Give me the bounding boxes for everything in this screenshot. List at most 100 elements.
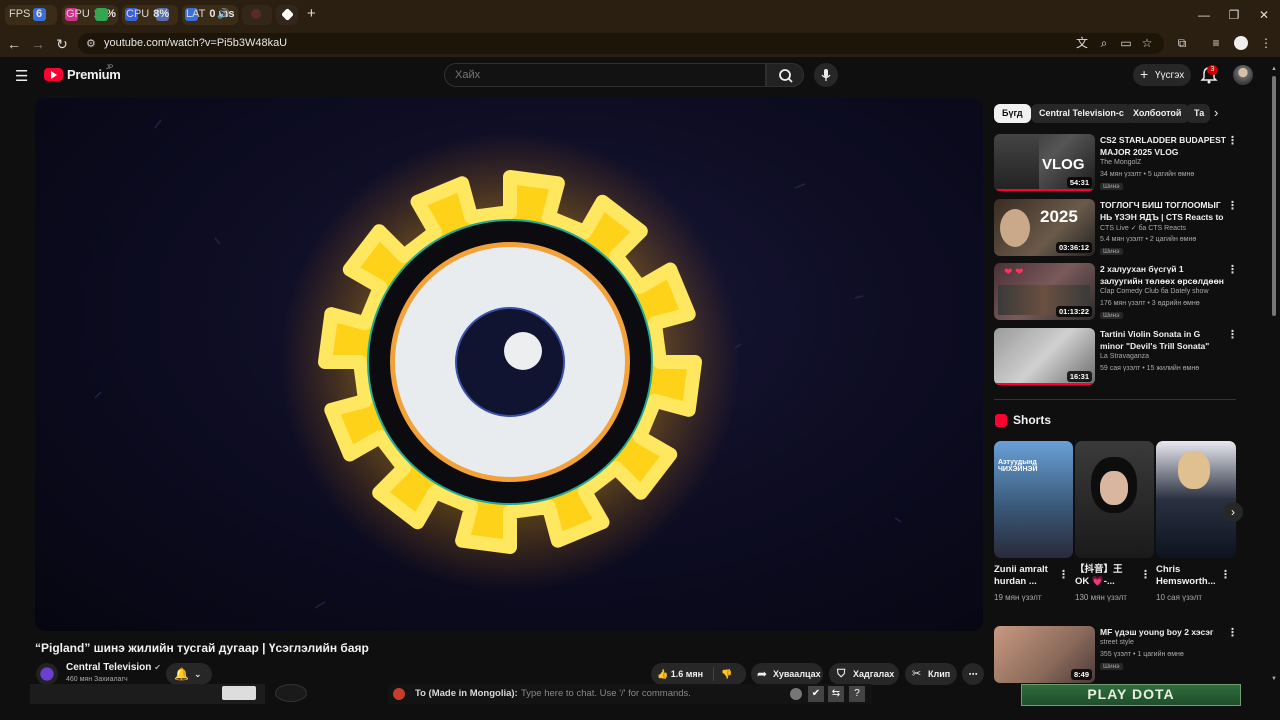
recommendation-title[interactable]: ТОГЛОГЧ БИШ ТОГЛООМЫГ НЬ ҮЗЭН ЯДЪ | CTS …	[1100, 199, 1226, 223]
voice-search-button[interactable]	[814, 63, 838, 87]
more-options-icon[interactable]: ⋮	[1220, 568, 1231, 581]
reload-icon[interactable]: ↻	[52, 34, 72, 54]
extensions-icon[interactable]: ⧉	[1174, 35, 1190, 51]
more-options-icon[interactable]: ⋮	[1227, 134, 1238, 147]
restore-icon[interactable]: ❐	[1219, 6, 1249, 24]
new-badge: Шинэ	[1100, 663, 1123, 670]
chat-input[interactable]: Type here to chat. Use '/' for commands.	[521, 688, 781, 699]
video-thumbnail[interactable]: VLOG 54:31	[994, 134, 1095, 191]
more-dots-icon: ⋯	[968, 669, 978, 679]
short-thumbnail[interactable]: Азтуудынд ЧИХЭЙНЭЙ	[994, 441, 1073, 558]
save-button[interactable]: ⛉ Хадгалах	[829, 663, 899, 685]
minimize-icon[interactable]: —	[1189, 6, 1219, 24]
translate-icon[interactable]: 文	[1074, 35, 1090, 51]
video-player[interactable]	[35, 98, 983, 631]
video-thumbnail[interactable]: ❤ ❤ 01:13:22	[994, 263, 1095, 320]
help-icon[interactable]: ?	[849, 686, 865, 702]
chip-from-channel[interactable]: Central Television-с	[1031, 104, 1132, 123]
channel-name-text[interactable]: Central Television	[66, 662, 151, 673]
menu-icon[interactable]: ⋮	[1258, 35, 1274, 51]
translate-chat-icon[interactable]: ⇆	[828, 686, 844, 702]
recommendation-channel[interactable]: street style	[1100, 639, 1134, 646]
recommendation-meta: 34 мян үзэлт • 5 цагийн өмнө	[1100, 171, 1195, 178]
create-button[interactable]: + Үүсгэх	[1133, 64, 1191, 86]
chips-next-chevron-icon[interactable]: ›	[1214, 105, 1218, 120]
dislike-button[interactable]: 👎	[721, 663, 732, 685]
channel-name[interactable]: Central Television ✔	[66, 662, 161, 673]
chip-for-you[interactable]: Та	[1186, 104, 1210, 123]
scroll-up-icon[interactable]: ▲	[1271, 66, 1277, 72]
recommendation-title[interactable]: MF үдэш young boy 2 хэсэг	[1100, 626, 1226, 638]
recommendation-channel[interactable]: La Stravaganza	[1100, 353, 1149, 360]
duration-badge: 54:31	[1066, 177, 1092, 188]
shorts-next-icon[interactable]: ›	[1223, 502, 1243, 522]
close-icon[interactable]: ✕	[1249, 6, 1279, 24]
clip-button[interactable]: ✂ Клип	[905, 663, 957, 685]
cast-icon[interactable]: ▭	[1118, 35, 1134, 51]
more-options-icon[interactable]: ⋮	[1140, 568, 1151, 581]
recommendation-item[interactable]: 8:49 MF үдэш young boy 2 хэсэг street st…	[994, 626, 1240, 684]
recommendation-item[interactable]: VLOG 54:31 CS2 STARLADDER BUDAPEST MAJOR…	[994, 134, 1240, 192]
browser-address-bar: ← → ↻ ⚙ youtube.com/watch?v=Pi5b3W48kaU …	[0, 30, 1280, 57]
short-views: 19 мян үзэлт	[994, 593, 1042, 602]
speaker-icon[interactable]: 🔊	[217, 8, 230, 21]
page-scrollbar[interactable]: ▲ ▼	[1271, 66, 1277, 686]
profile-icon[interactable]	[1234, 36, 1248, 50]
bookmark-star-icon[interactable]: ☆	[1139, 35, 1155, 51]
short-title[interactable]: 【抖音】王 OK 💗-...	[1075, 564, 1135, 588]
short-title[interactable]: Chris Hemsworth...	[1156, 564, 1216, 588]
share-label: Хуваалцах	[773, 669, 821, 679]
recommendation-item[interactable]: ❤ ❤ 01:13:22 2 халуухан бүсгүй 1 залууги…	[994, 263, 1240, 321]
chip-related[interactable]: Холбоотой	[1125, 104, 1190, 123]
video-thumbnail[interactable]: 16:31	[994, 328, 1095, 385]
chat-channel-icon	[393, 688, 405, 700]
cpu-label: CPU	[126, 8, 150, 20]
play-dota-banner[interactable]: PLAY DOTA	[1021, 684, 1241, 706]
url-text[interactable]: youtube.com/watch?v=Pi5b3W48kaU	[104, 37, 287, 49]
forward-icon[interactable]: →	[28, 34, 48, 54]
hamburger-menu-icon[interactable]: ☰	[15, 67, 28, 85]
short-thumbnail[interactable]	[1156, 441, 1236, 558]
duration-badge: 8:49	[1070, 669, 1092, 680]
recommendation-title[interactable]: Tartini Violin Sonata in G minor "Devil'…	[1100, 328, 1226, 352]
channel-avatar[interactable]	[36, 663, 58, 685]
like-button[interactable]: 👍 1.6 мян	[657, 663, 703, 685]
video-thumbnail[interactable]: 8:49	[994, 626, 1095, 683]
scrollbar-thumb[interactable]	[1272, 76, 1276, 316]
recommendation-title[interactable]: 2 халуухан бүсгүй 1 залуугийн төлөөх өрс…	[1100, 263, 1226, 287]
recommendation-item[interactable]: 16:31 Tartini Violin Sonata in G minor "…	[994, 328, 1240, 386]
more-options-icon[interactable]: ⋮	[1227, 199, 1238, 212]
emoji-icon[interactable]	[790, 688, 802, 700]
recommendation-channel[interactable]: CTS Live ✓ ба CTS Reacts	[1100, 224, 1186, 232]
media-icon[interactable]: ≡	[1208, 35, 1224, 51]
thumbs-down-icon: 👎	[721, 669, 733, 679]
new-tab-button[interactable]: +	[307, 5, 316, 22]
back-icon[interactable]: ←	[4, 34, 24, 54]
account-avatar[interactable]	[1233, 65, 1253, 85]
chip-all[interactable]: Бүгд	[994, 104, 1031, 123]
scissors-icon: ✂	[912, 668, 922, 680]
recommendation-item[interactable]: 2025 03:36:12 ТОГЛОГЧ БИШ ТОГЛООМЫГ НЬ Ү…	[994, 199, 1240, 257]
search-input[interactable]: Хайх	[444, 63, 766, 87]
more-options-icon[interactable]: ⋮	[1227, 626, 1238, 639]
share-button[interactable]: ➦ Хуваалцах	[751, 663, 823, 685]
recommendation-title[interactable]: CS2 STARLADDER BUDAPEST MAJOR 2025 VLOG	[1100, 134, 1226, 158]
send-check-icon[interactable]: ✔	[808, 686, 824, 702]
more-options-icon[interactable]: ⋮	[1058, 568, 1069, 581]
short-thumbnail[interactable]	[1075, 441, 1154, 558]
scroll-down-icon[interactable]: ▼	[1271, 676, 1277, 682]
zoom-icon[interactable]: ⌕	[1096, 35, 1112, 51]
recommendation-channel[interactable]: Clap Comedy Club ба Dately show	[1100, 288, 1209, 295]
short-title[interactable]: Zunii amralt hurdan ...	[994, 564, 1054, 588]
video-thumbnail[interactable]: 2025 03:36:12	[994, 199, 1095, 256]
more-actions-button[interactable]: ⋯	[962, 663, 984, 685]
more-options-icon[interactable]: ⋮	[1227, 328, 1238, 341]
url-field[interactable]: ⚙ youtube.com/watch?v=Pi5b3W48kaU 文 ⌕ ▭ …	[78, 33, 1164, 54]
subscribe-bell-button[interactable]: 🔔 ⌄	[166, 663, 212, 685]
site-info-icon[interactable]: ⚙	[86, 37, 96, 50]
recommendation-channel[interactable]: The MongolZ	[1100, 159, 1141, 166]
search-button[interactable]	[766, 63, 804, 87]
short-face	[1178, 451, 1210, 489]
more-options-icon[interactable]: ⋮	[1227, 263, 1238, 276]
logo-region: JP	[106, 65, 114, 71]
